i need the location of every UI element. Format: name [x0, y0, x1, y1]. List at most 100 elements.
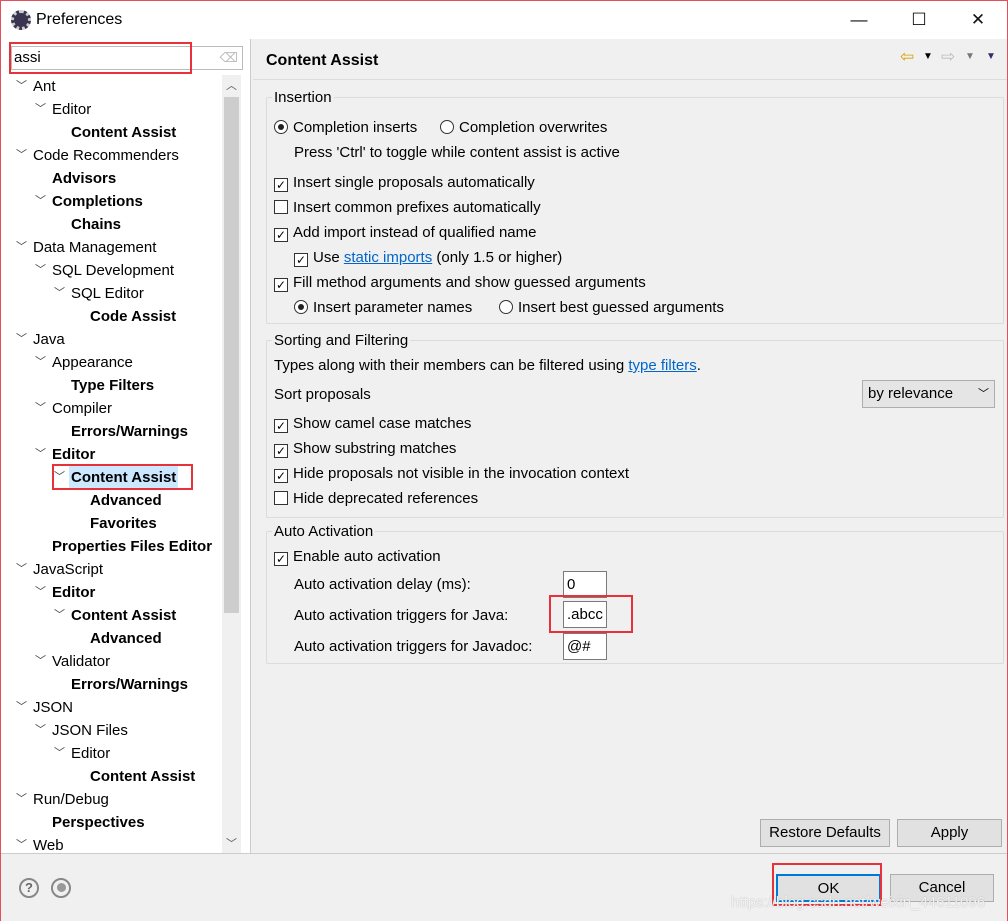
tree-item-label: Code Assist [90, 308, 177, 325]
forward-menu-icon[interactable]: ▼ [965, 51, 975, 62]
forward-arrow-icon[interactable]: ⇨ [941, 47, 955, 67]
chevron-down-icon[interactable]: ﹀ [35, 719, 46, 742]
tree-scrollbar[interactable]: ︿ ﹀ [222, 75, 241, 853]
tree-item-label: Validator [52, 653, 111, 670]
tree-item-label: Errors/Warnings [71, 676, 188, 693]
tree-item-label: Data Management [33, 239, 157, 256]
chevron-down-icon[interactable]: ﹀ [54, 742, 65, 765]
tree-item[interactable]: ﹀ Ant [1, 75, 222, 98]
tree-item[interactable]: Properties Files Editor [1, 535, 222, 558]
tree-item[interactable]: ﹀ Content Assist [1, 604, 222, 627]
chevron-down-icon[interactable]: ﹀ [35, 443, 46, 466]
help-icon[interactable]: ? [19, 878, 39, 898]
scroll-thumb[interactable] [224, 97, 239, 613]
completion-inserts-radio[interactable]: Completion inserts [274, 119, 417, 136]
hide-deprecated-checkbox[interactable]: Hide deprecated references [274, 490, 478, 507]
scroll-up-icon[interactable]: ︿ [222, 77, 241, 93]
tree-item[interactable]: ﹀ SQL Editor [1, 282, 222, 305]
tree-item[interactable]: ﹀ Code Recommenders [1, 144, 222, 167]
sort-proposals-label: Sort proposals [274, 386, 371, 403]
common-prefixes-checkbox[interactable]: Insert common prefixes automatically [274, 199, 541, 216]
chevron-down-icon[interactable]: ﹀ [16, 236, 27, 259]
add-import-checkbox[interactable]: ✓ Add import instead of qualified name [274, 224, 536, 242]
tree-item[interactable]: ﹀ Java [1, 328, 222, 351]
tree-item[interactable]: ﹀ Editor [1, 581, 222, 604]
tree-item[interactable]: Errors/Warnings [1, 673, 222, 696]
static-imports-link[interactable]: static imports [344, 249, 432, 266]
chevron-down-icon[interactable]: ﹀ [35, 98, 46, 121]
tree-item[interactable]: Favorites [1, 512, 222, 535]
tree-item[interactable]: ﹀ Editor [1, 742, 222, 765]
camel-case-checkbox[interactable]: ✓ Show camel case matches [274, 415, 471, 433]
tree-item[interactable]: ﹀ Compiler [1, 397, 222, 420]
tree-item[interactable]: ﹀ Editor [1, 98, 222, 121]
chevron-down-icon[interactable]: ﹀ [16, 696, 27, 719]
use-static-imports-checkbox[interactable]: ✓ Use static imports (only 1.5 or higher) [294, 249, 562, 267]
tree-item[interactable]: Advanced [1, 489, 222, 512]
tree-item[interactable]: Content Assist [1, 121, 222, 144]
tree-item-label: Editor [52, 101, 92, 118]
apply-button[interactable]: Apply [897, 819, 1002, 847]
delay-input[interactable]: 0 [563, 571, 607, 598]
chevron-down-icon[interactable]: ﹀ [54, 604, 65, 627]
tree-item-label: Perspectives [52, 814, 145, 831]
best-guessed-radio[interactable]: Insert best guessed arguments [499, 299, 724, 316]
chevron-down-icon[interactable]: ﹀ [16, 75, 27, 98]
maximize-button[interactable]: ☐ [904, 7, 934, 33]
tree-item-label: Compiler [52, 400, 113, 417]
tree-item[interactable]: ﹀ Completions [1, 190, 222, 213]
close-button[interactable]: ✕ [963, 7, 993, 33]
chevron-down-icon[interactable]: ﹀ [35, 581, 46, 604]
tree-item-label: Content Assist [71, 124, 177, 141]
tree-item[interactable]: Code Assist [1, 305, 222, 328]
clear-filter-icon[interactable]: ⌫ [220, 50, 238, 66]
chevron-down-icon[interactable]: ﹀ [54, 282, 65, 305]
chevron-down-icon[interactable]: ﹀ [35, 190, 46, 213]
toggle-hint: Press 'Ctrl' to toggle while content ass… [294, 144, 620, 161]
fill-args-checkbox[interactable]: ✓ Fill method arguments and show guessed … [274, 274, 646, 292]
minimize-button[interactable]: — [844, 7, 874, 33]
chevron-down-icon[interactable]: ﹀ [35, 259, 46, 282]
single-proposals-checkbox[interactable]: ✓ Insert single proposals automatically [274, 174, 535, 192]
restore-defaults-button[interactable]: Restore Defaults [760, 819, 890, 847]
sort-proposals-select[interactable]: by relevance ﹀ [862, 380, 995, 408]
chevron-down-icon[interactable]: ﹀ [16, 144, 27, 167]
hide-not-visible-checkbox[interactable]: ✓ Hide proposals not visible in the invoc… [274, 465, 629, 483]
tree-item[interactable]: ﹀ Validator [1, 650, 222, 673]
tree-item[interactable]: Chains [1, 213, 222, 236]
tree-item[interactable]: Advisors [1, 167, 222, 190]
tree-item[interactable]: Type Filters [1, 374, 222, 397]
tree-item[interactable]: Content Assist [1, 765, 222, 788]
tree-item[interactable]: ﹀ JSON Files [1, 719, 222, 742]
tree-item[interactable]: ﹀ Appearance [1, 351, 222, 374]
tree-item[interactable]: ﹀ Run/Debug [1, 788, 222, 811]
chevron-down-icon[interactable]: ﹀ [35, 650, 46, 673]
back-arrow-icon[interactable]: ⇦ [900, 47, 914, 67]
tree-item[interactable]: Perspectives [1, 811, 222, 834]
scroll-down-icon[interactable]: ﹀ [222, 835, 241, 851]
javadoc-triggers-input[interactable]: @# [563, 633, 607, 660]
view-menu-icon[interactable]: ▼ [986, 51, 996, 62]
tree-item[interactable]: ﹀ JavaScript [1, 558, 222, 581]
tree-item[interactable]: ﹀ SQL Development [1, 259, 222, 282]
enable-auto-activation-checkbox[interactable]: ✓ Enable auto activation [274, 548, 441, 566]
chevron-down-icon[interactable]: ﹀ [16, 558, 27, 581]
chevron-down-icon[interactable]: ﹀ [35, 397, 46, 420]
tree-item-label: Favorites [90, 515, 157, 532]
chevron-down-icon[interactable]: ﹀ [35, 351, 46, 374]
param-names-radio[interactable]: Insert parameter names [294, 299, 472, 316]
substring-checkbox[interactable]: ✓ Show substring matches [274, 440, 456, 458]
tree-item[interactable]: Errors/Warnings [1, 420, 222, 443]
completion-overwrites-radio[interactable]: Completion overwrites [440, 119, 607, 136]
tree-item[interactable]: ﹀ Data Management [1, 236, 222, 259]
tree-item[interactable]: Advanced [1, 627, 222, 650]
tree-item[interactable]: ﹀ Editor [1, 443, 222, 466]
import-export-icon[interactable] [51, 878, 71, 898]
type-filters-link[interactable]: type filters [628, 357, 696, 374]
highlight-box [9, 42, 192, 74]
chevron-down-icon[interactable]: ﹀ [16, 328, 27, 351]
chevron-down-icon[interactable]: ﹀ [16, 788, 27, 811]
back-menu-icon[interactable]: ▼ [923, 51, 933, 62]
tree-item[interactable]: ﹀ JSON [1, 696, 222, 719]
tree-item-label: Properties Files Editor [52, 538, 213, 555]
